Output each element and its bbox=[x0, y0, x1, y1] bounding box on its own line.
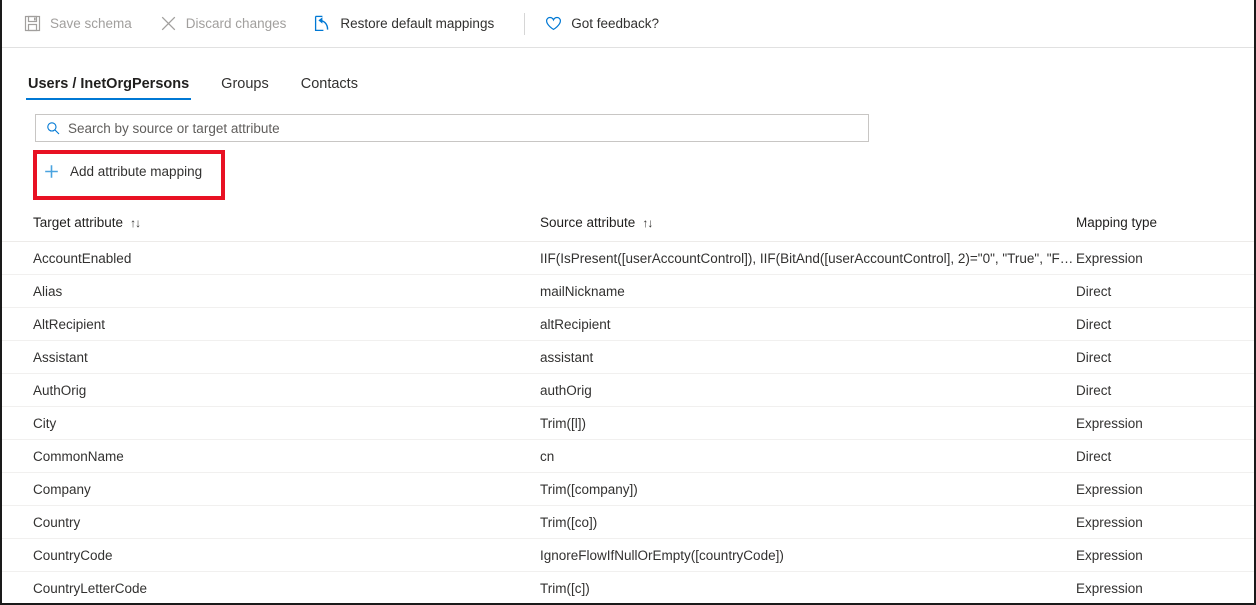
column-header-target-attribute-label: Target attribute bbox=[33, 215, 123, 230]
table-row[interactable]: CountryCode IgnoreFlowIfNullOrEmpty([cou… bbox=[2, 539, 1254, 572]
tab-bar: Users / InetOrgPersons Groups Contacts bbox=[2, 60, 1254, 100]
cell-target-attribute: AltRecipient bbox=[2, 308, 540, 341]
table-row[interactable]: CountryLetterCode Trim([c]) Expression bbox=[2, 572, 1254, 605]
table-body: AccountEnabled IIF(IsPresent([userAccoun… bbox=[2, 242, 1254, 605]
cell-source-attribute: Trim([l]) bbox=[540, 407, 1076, 440]
cell-target-attribute: CountryLetterCode bbox=[2, 572, 540, 605]
close-x-icon bbox=[160, 15, 177, 32]
cell-target-attribute: Assistant bbox=[2, 341, 540, 374]
cell-source-attribute: IgnoreFlowIfNullOrEmpty([countryCode]) bbox=[540, 539, 1076, 572]
table-row[interactable]: AccountEnabled IIF(IsPresent([userAccoun… bbox=[2, 242, 1254, 275]
restore-default-mappings-label: Restore default mappings bbox=[340, 16, 494, 31]
attribute-mappings-table-wrap: Target attribute ↑↓ Source attribute ↑↓ … bbox=[2, 209, 1254, 605]
table-row[interactable]: Alias mailNickname Direct bbox=[2, 275, 1254, 308]
cell-mapping-type: Expression bbox=[1076, 506, 1254, 539]
cell-source-attribute: assistant bbox=[540, 341, 1076, 374]
cell-target-attribute: AuthOrig bbox=[2, 374, 540, 407]
search-box[interactable] bbox=[35, 114, 869, 142]
cell-source-attribute: Trim([c]) bbox=[540, 572, 1076, 605]
search-icon bbox=[45, 120, 61, 136]
table-row[interactable]: City Trim([l]) Expression bbox=[2, 407, 1254, 440]
tab-users-inetorgpersons-label: Users / InetOrgPersons bbox=[28, 76, 189, 92]
table-row[interactable]: Assistant assistant Direct bbox=[2, 341, 1254, 374]
save-schema-label: Save schema bbox=[50, 16, 132, 31]
tab-contacts[interactable]: Contacts bbox=[299, 77, 360, 101]
discard-changes-label: Discard changes bbox=[186, 16, 287, 31]
cell-source-attribute: authOrig bbox=[540, 374, 1076, 407]
cell-mapping-type: Direct bbox=[1076, 275, 1254, 308]
cell-target-attribute: AccountEnabled bbox=[2, 242, 540, 275]
cell-target-attribute: Company bbox=[2, 473, 540, 506]
restore-undo-icon bbox=[314, 15, 331, 32]
column-header-mapping-type: Mapping type bbox=[1076, 209, 1254, 242]
command-bar: Save schema Discard changes Restore defa… bbox=[2, 0, 1254, 48]
cell-target-attribute: City bbox=[2, 407, 540, 440]
save-icon bbox=[24, 15, 41, 32]
got-feedback-button[interactable]: Got feedback? bbox=[545, 7, 669, 41]
cell-mapping-type: Expression bbox=[1076, 539, 1254, 572]
column-header-source-attribute[interactable]: Source attribute ↑↓ bbox=[540, 209, 1076, 242]
plus-icon bbox=[43, 163, 60, 180]
table-row[interactable]: Company Trim([company]) Expression bbox=[2, 473, 1254, 506]
column-header-target-attribute[interactable]: Target attribute ↑↓ bbox=[2, 209, 540, 242]
attribute-mappings-table: Target attribute ↑↓ Source attribute ↑↓ … bbox=[2, 209, 1254, 605]
cell-mapping-type: Expression bbox=[1076, 473, 1254, 506]
cell-mapping-type: Expression bbox=[1076, 242, 1254, 275]
sort-updown-icon[interactable]: ↑↓ bbox=[130, 216, 140, 230]
table-row[interactable]: CommonName cn Direct bbox=[2, 440, 1254, 473]
tab-contacts-label: Contacts bbox=[301, 76, 358, 92]
column-header-mapping-type-label: Mapping type bbox=[1076, 215, 1157, 230]
cell-target-attribute: Country bbox=[2, 506, 540, 539]
table-header-row: Target attribute ↑↓ Source attribute ↑↓ … bbox=[2, 209, 1254, 242]
tab-groups-label: Groups bbox=[221, 76, 269, 92]
table-row[interactable]: AltRecipient altRecipient Direct bbox=[2, 308, 1254, 341]
search-input[interactable] bbox=[68, 115, 868, 141]
attribute-mapping-page: Save schema Discard changes Restore defa… bbox=[0, 0, 1256, 605]
save-schema-button[interactable]: Save schema bbox=[24, 7, 142, 41]
table-row[interactable]: AuthOrig authOrig Direct bbox=[2, 374, 1254, 407]
table-header: Target attribute ↑↓ Source attribute ↑↓ … bbox=[2, 209, 1254, 242]
column-header-source-attribute-label: Source attribute bbox=[540, 215, 635, 230]
add-attribute-mapping-label: Add attribute mapping bbox=[70, 164, 202, 179]
got-feedback-label: Got feedback? bbox=[571, 16, 659, 31]
add-attribute-mapping-button[interactable]: Add attribute mapping bbox=[43, 163, 202, 180]
cell-source-attribute: altRecipient bbox=[540, 308, 1076, 341]
restore-default-mappings-button[interactable]: Restore default mappings bbox=[314, 7, 504, 41]
cell-target-attribute: CommonName bbox=[2, 440, 540, 473]
cell-source-attribute: IIF(IsPresent([userAccountControl]), IIF… bbox=[540, 242, 1076, 275]
cell-mapping-type: Expression bbox=[1076, 407, 1254, 440]
cell-source-attribute: Trim([company]) bbox=[540, 473, 1076, 506]
tab-groups[interactable]: Groups bbox=[219, 77, 271, 101]
cell-source-attribute: Trim([co]) bbox=[540, 506, 1076, 539]
cell-mapping-type: Expression bbox=[1076, 572, 1254, 605]
sort-updown-icon[interactable]: ↑↓ bbox=[642, 216, 652, 230]
cell-source-attribute: mailNickname bbox=[540, 275, 1076, 308]
heart-icon bbox=[545, 15, 562, 32]
cell-mapping-type: Direct bbox=[1076, 440, 1254, 473]
search-area bbox=[2, 100, 1254, 142]
discard-changes-button[interactable]: Discard changes bbox=[160, 7, 297, 41]
cell-target-attribute: CountryCode bbox=[2, 539, 540, 572]
cell-target-attribute: Alias bbox=[2, 275, 540, 308]
tab-users-inetorgpersons[interactable]: Users / InetOrgPersons bbox=[26, 77, 191, 101]
toolbar-divider bbox=[524, 13, 525, 35]
cell-mapping-type: Direct bbox=[1076, 341, 1254, 374]
add-attribute-mapping-region: Add attribute mapping bbox=[33, 150, 225, 202]
cell-source-attribute: cn bbox=[540, 440, 1076, 473]
cell-mapping-type: Direct bbox=[1076, 308, 1254, 341]
cell-mapping-type: Direct bbox=[1076, 374, 1254, 407]
table-row[interactable]: Country Trim([co]) Expression bbox=[2, 506, 1254, 539]
